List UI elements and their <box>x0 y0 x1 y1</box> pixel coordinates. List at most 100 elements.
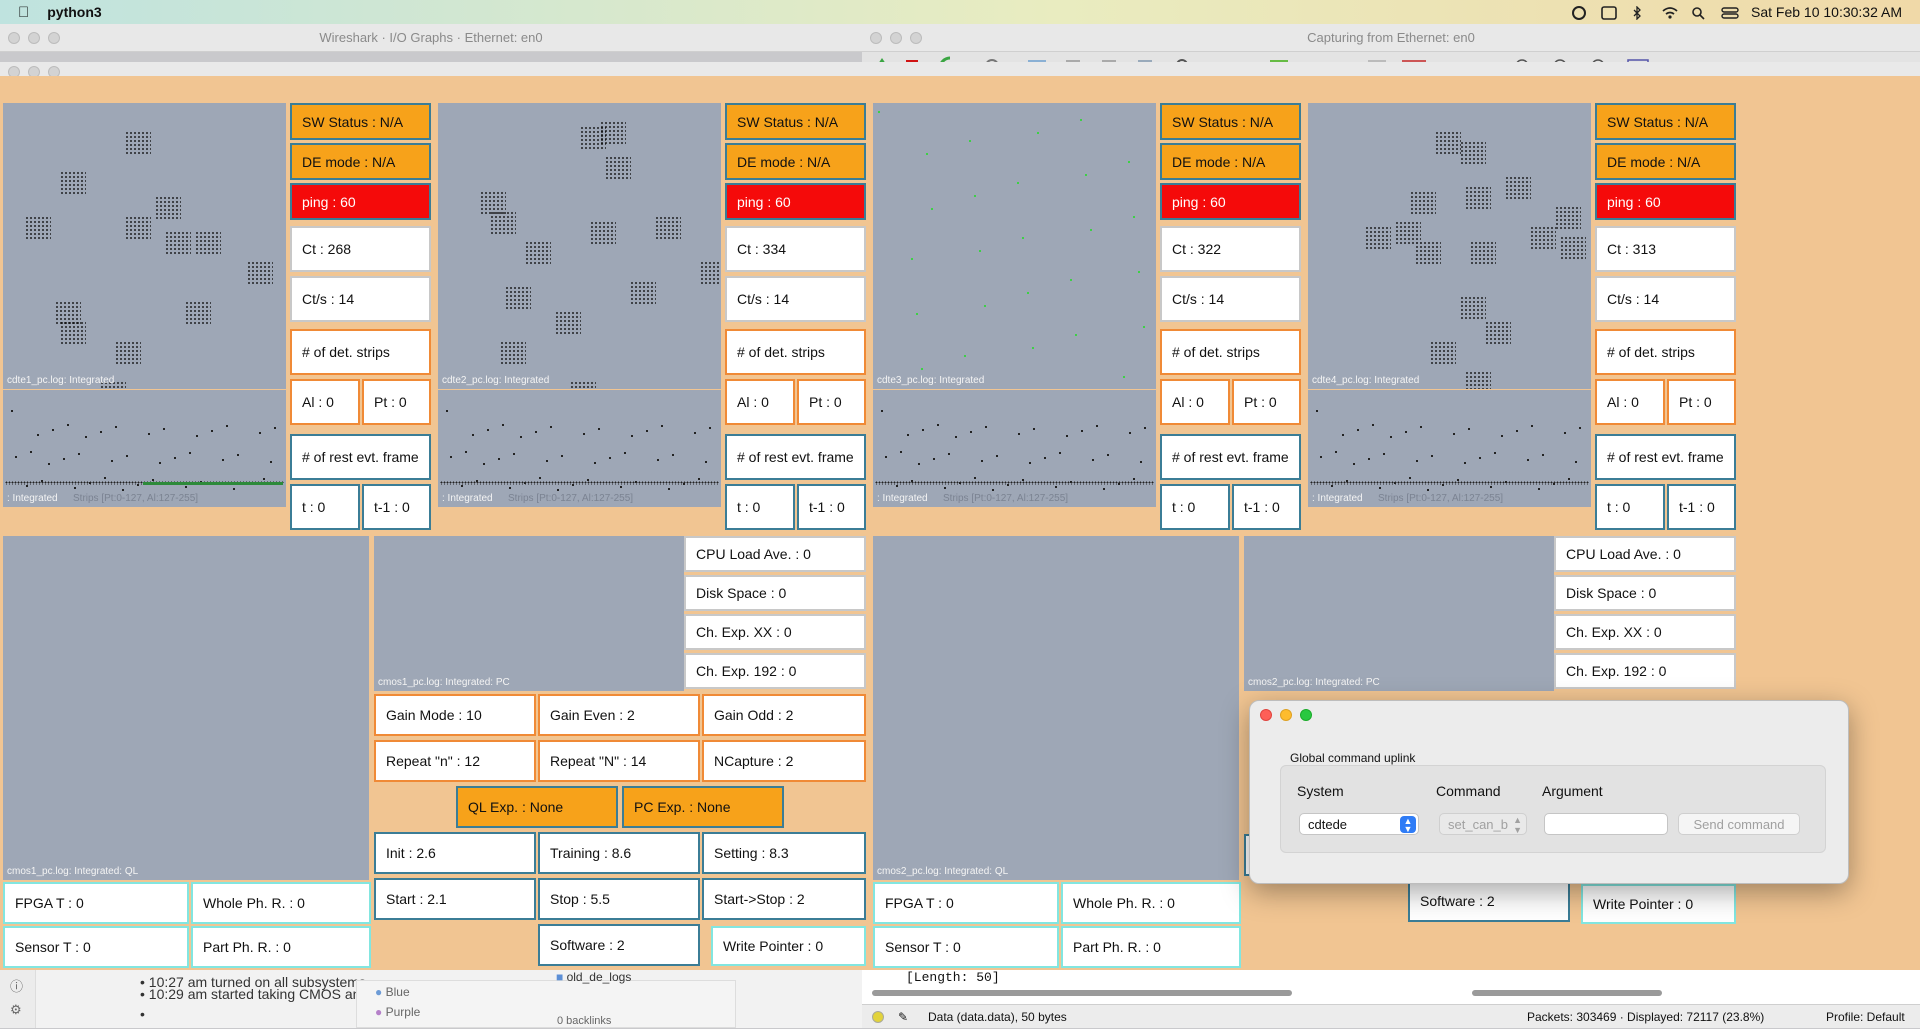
init-time: Init : 2.6 <box>374 832 536 874</box>
control-center-icon[interactable] <box>1721 6 1739 19</box>
detector-image-4: cdte4_pc.log: Integrated <box>1308 103 1591 389</box>
cmos-pc-image-1: cmos1_pc.log: Integrated: PC <box>374 536 684 691</box>
pc-exposure: PC Exp. : None <box>622 786 784 828</box>
minimize-dialog-button[interactable] <box>1280 709 1292 721</box>
argument-label: Argument <box>1542 783 1603 799</box>
de-mode: DE mode : N/A <box>290 143 431 180</box>
file-item[interactable]: ■ old_de_logs <box>556 970 736 990</box>
io-graphs-title: Wireshark · I/O Graphs · Ethernet: en0 <box>319 30 543 45</box>
gain-odd: Gain Odd : 2 <box>702 694 866 736</box>
argument-input[interactable] <box>1544 813 1668 835</box>
spectrum-label: : Integrated <box>7 493 58 504</box>
repeat-n: Repeat "n" : 12 <box>374 740 536 782</box>
ch-exp-192: Ch. Exp. 192 : 0 <box>684 653 866 689</box>
count-rate: Ct/s : 14 <box>1595 276 1736 322</box>
write-pointer: Write Pointer : 0 <box>1581 884 1736 924</box>
plot-label: cdte4_pc.log: Integrated <box>1312 375 1420 386</box>
status-bar: ✎ Data (data.data), 50 bytes Packets: 30… <box>862 1004 1920 1028</box>
de-mode: DE mode : N/A <box>1160 143 1301 180</box>
apple-icon[interactable]:  <box>18 4 29 21</box>
detector-image-1: cdte1_pc.log: Integrated <box>3 103 286 389</box>
menu-bar:  python3 Sat Feb 10 10:30:32 AM <box>0 0 1920 24</box>
al-value: Al : 0 <box>725 379 795 425</box>
det-strips: # of det. strips <box>1160 329 1301 375</box>
fpga-temp: FPGA T : 0 <box>873 882 1059 924</box>
close-dialog-button[interactable] <box>1260 709 1272 721</box>
scrollbar[interactable] <box>1472 990 1662 996</box>
stop-time: Stop : 5.5 <box>538 878 700 920</box>
det-strips: # of det. strips <box>290 329 431 375</box>
ch-exp-xx: Ch. Exp. XX : 0 <box>684 614 866 650</box>
close-window-button[interactable] <box>870 32 882 44</box>
whole-ph-r: Whole Ph. R. : 0 <box>1061 882 1241 924</box>
chevron-updown-icon: ▲ ▼ <box>1513 815 1522 835</box>
plot-label: cdte3_pc.log: Integrated <box>877 375 985 386</box>
cmos-pc-image-2: cmos2_pc.log: Integrated: PC <box>1244 536 1554 691</box>
zoom-dialog-button[interactable] <box>1300 709 1312 721</box>
close-window-button[interactable] <box>8 32 20 44</box>
al-value: Al : 0 <box>1160 379 1230 425</box>
disk-space: Disk Space : 0 <box>1554 575 1736 611</box>
command-select[interactable]: set_can_b ▲ ▼ <box>1439 813 1527 835</box>
status-profile[interactable]: Profile: Default <box>1826 1005 1905 1029</box>
sw-status: SW Status : N/A <box>725 103 866 140</box>
minimize-window-button[interactable] <box>28 32 40 44</box>
spectrum-plot-1: : Integrated Strips [Pt:0-127, Al:127-255… <box>3 390 286 507</box>
gain-mode: Gain Mode : 10 <box>374 694 536 736</box>
t1-value: t-1 : 0 <box>362 484 431 530</box>
spectrum-plot-2: : Integrated Strips [Pt:0-127, Al:127-255… <box>438 390 721 507</box>
spectrum-plot-4: : Integrated Strips [Pt:0-127, Al:127-255… <box>1308 390 1591 507</box>
spectrum-label: : Integrated <box>442 493 493 504</box>
system-label: System <box>1297 783 1344 799</box>
chevron-updown-icon: ▲ ▼ <box>1400 816 1416 834</box>
detector-image-2: cdte2_pc.log: Integrated <box>438 103 721 389</box>
strips-axis-label: Strips [Pt:0-127, Al:127-255] <box>508 493 634 504</box>
gear-icon[interactable]: ⚙ <box>10 1002 22 1018</box>
bluetooth-icon[interactable] <box>1631 4 1647 21</box>
menubar-clock[interactable]: Sat Feb 10 10:30:32 AM <box>1751 4 1902 20</box>
pc-plot-label: cmos1_pc.log: Integrated: PC <box>378 677 510 688</box>
zoom-window-button[interactable] <box>48 32 60 44</box>
plot-label: cdte2_pc.log: Integrated <box>442 375 550 386</box>
ping-status: ping : 60 <box>725 183 866 220</box>
system-select[interactable]: cdtede ▲ ▼ <box>1299 813 1419 835</box>
strips-axis-label: Strips [Pt:0-127, Al:127-255] <box>1378 493 1504 504</box>
count: Ct : 268 <box>290 226 431 272</box>
status-packets: Packets: 303469 · Displayed: 72117 (23.8… <box>1527 1010 1765 1024</box>
log-line-3: • <box>140 1006 145 1022</box>
count: Ct : 322 <box>1160 226 1301 272</box>
sw-status: SW Status : N/A <box>1160 103 1301 140</box>
sensor-temp: Sensor T : 0 <box>3 926 189 968</box>
plot-label: cdte1_pc.log: Integrated <box>7 375 115 386</box>
det-strips: # of det. strips <box>725 329 866 375</box>
cpu-load: CPU Load Ave. : 0 <box>684 536 866 572</box>
pt-value: Pt : 0 <box>362 379 431 425</box>
scrollbar[interactable] <box>872 990 1292 996</box>
edit-icon[interactable]: ✎ <box>898 1005 908 1029</box>
rest-evt-frame: # of rest evt. frame <box>1595 434 1736 480</box>
t1-value: t-1 : 0 <box>1232 484 1301 530</box>
search-icon[interactable] <box>1691 6 1707 20</box>
sync-icon[interactable] <box>1571 5 1587 20</box>
zoom-window-button[interactable] <box>910 32 922 44</box>
screen-icon[interactable] <box>1601 5 1617 20</box>
spectrum-plot-3: : Integrated Strips [Pt:0-127, Al:127-255… <box>873 390 1156 507</box>
start-stop-time: Start->Stop : 2 <box>702 878 866 920</box>
pt-value: Pt : 0 <box>1232 379 1301 425</box>
t1-value: t-1 : 0 <box>1667 484 1736 530</box>
send-command-button[interactable]: Send command <box>1678 813 1800 835</box>
t-value: t : 0 <box>290 484 360 530</box>
rest-evt-frame: # of rest evt. frame <box>290 434 431 480</box>
pc-plot-label: cmos2_pc.log: Integrated: PC <box>1248 677 1380 688</box>
minimize-window-button[interactable] <box>890 32 902 44</box>
ch-exp-192: Ch. Exp. 192 : 0 <box>1554 653 1736 689</box>
app-menu-title[interactable]: python3 <box>47 4 101 20</box>
ncapture: NCapture : 2 <box>702 740 866 782</box>
det-strips: # of det. strips <box>1595 329 1736 375</box>
help-icon[interactable]: ⓘ <box>10 976 23 995</box>
whole-ph-r: Whole Ph. R. : 0 <box>191 882 371 924</box>
wifi-icon[interactable] <box>1661 6 1678 19</box>
detector-image-3: cdte3_pc.log: Integrated <box>873 103 1156 389</box>
capture-title: Capturing from Ethernet: en0 <box>1307 30 1475 45</box>
t1-value: t-1 : 0 <box>797 484 866 530</box>
